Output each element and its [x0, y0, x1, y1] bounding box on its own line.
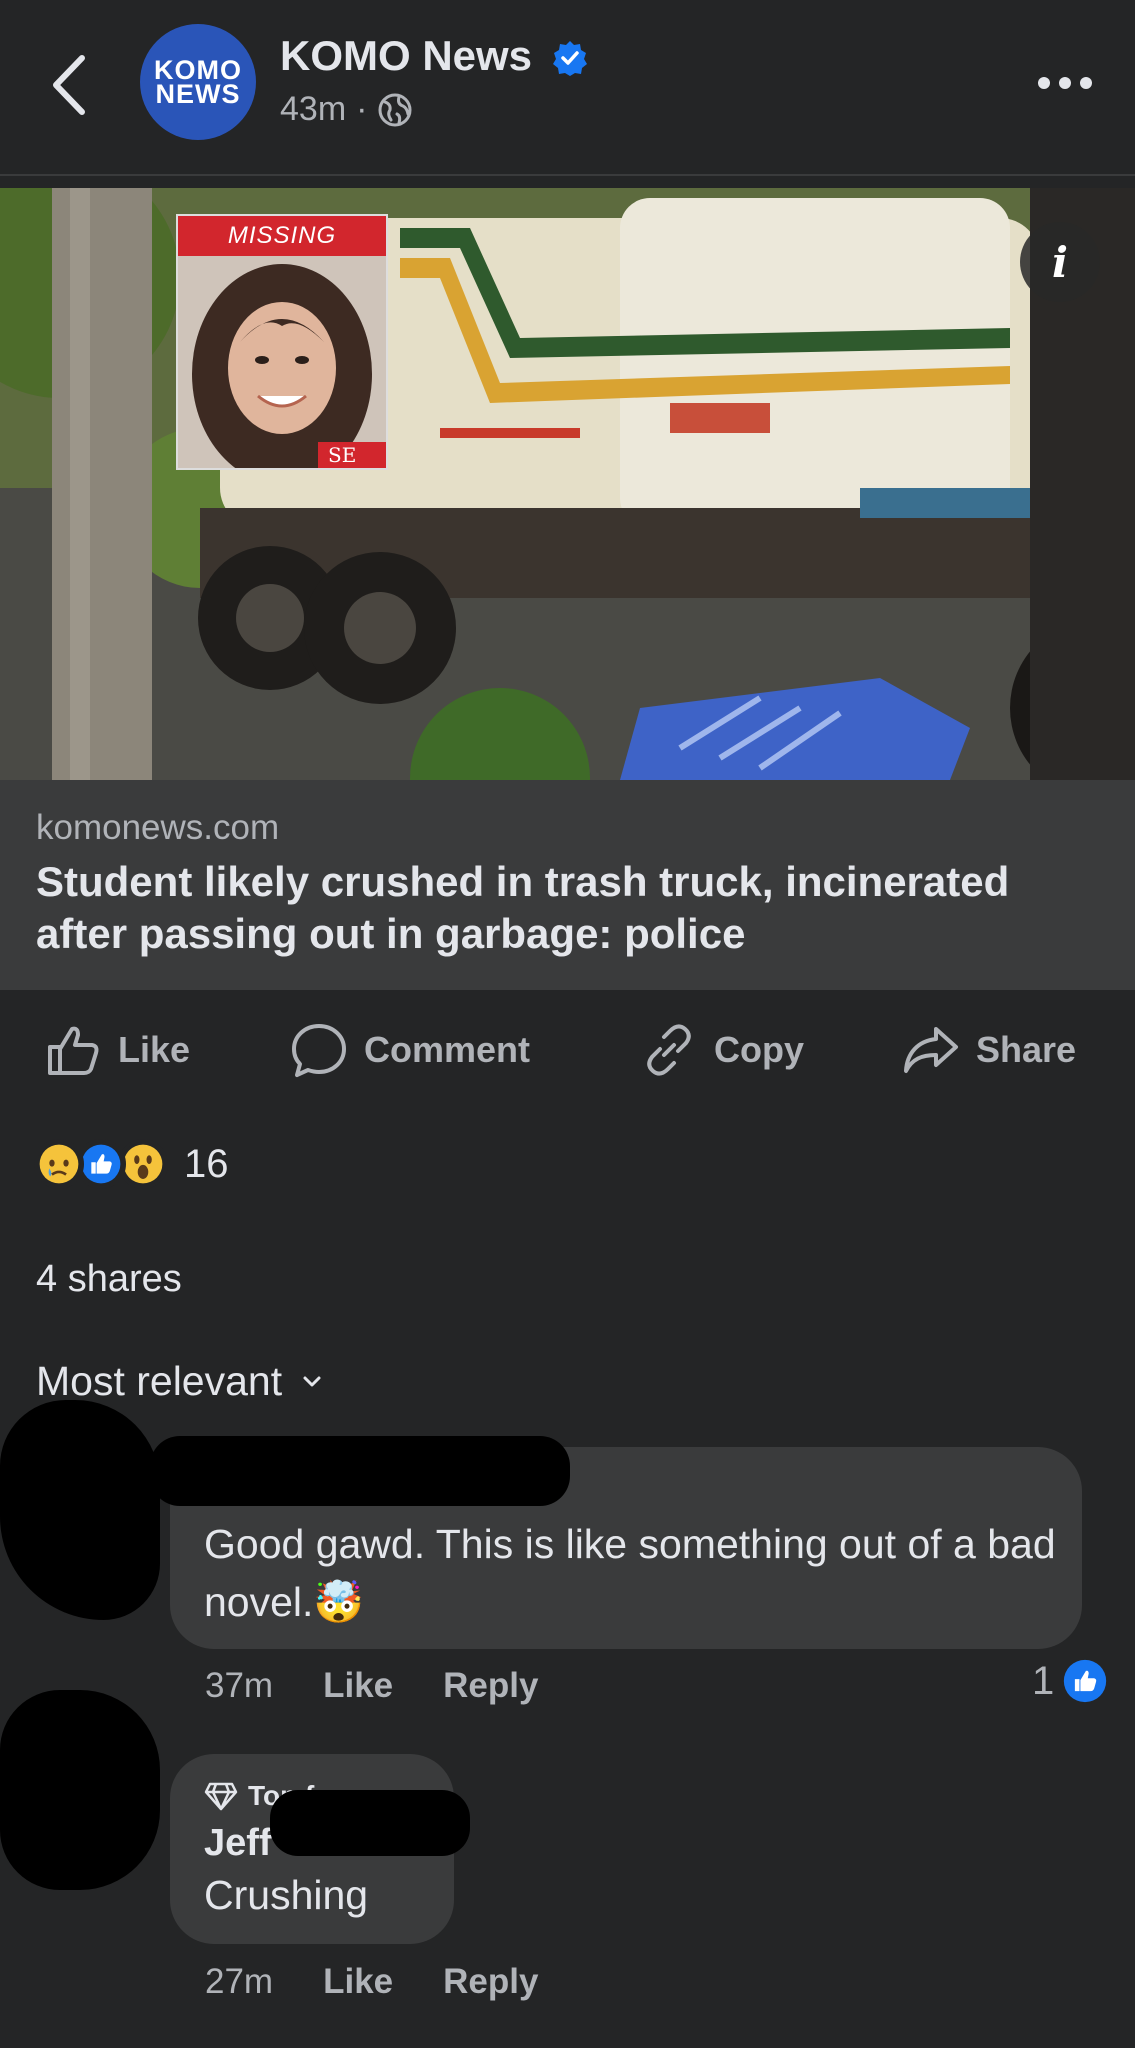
- like-label: Like: [118, 1029, 191, 1070]
- card-caption: SE: [328, 443, 356, 467]
- redacted-commenter-name: [150, 1436, 570, 1506]
- more-options-icon[interactable]: [1036, 70, 1094, 96]
- diamond-icon: [204, 1782, 238, 1811]
- like-badge-icon: [1064, 1659, 1107, 1703]
- reaction-count: 16: [184, 1141, 229, 1186]
- copy-link-button[interactable]: Copy: [640, 1010, 804, 1090]
- comment-like-button[interactable]: Like: [323, 1962, 393, 2002]
- globe-icon: [378, 93, 412, 126]
- comment-sort-dropdown[interactable]: Most relevant: [36, 1358, 324, 1405]
- portrait-photo: SE: [178, 256, 386, 468]
- post-meta: 43m ·: [280, 90, 413, 129]
- link-preview-text[interactable]: komonews.com Student likely crushed in t…: [0, 780, 1135, 990]
- truck-photo-illustration: [0, 188, 1135, 780]
- comment-bubble-icon: [292, 1024, 346, 1077]
- link-chain-icon: [647, 1024, 691, 1076]
- meta-separator: ·: [356, 90, 368, 128]
- page-name[interactable]: KOMO News: [280, 32, 532, 80]
- share-arrow-icon: [904, 1027, 958, 1073]
- missing-person-card: MISSING SE: [176, 214, 388, 470]
- reaction-summary[interactable]: 16: [34, 1136, 229, 1192]
- mind-blown-emoji: 🤯: [313, 1579, 365, 1625]
- post-timestamp[interactable]: 43m: [280, 90, 346, 129]
- share-label: Share: [976, 1029, 1077, 1070]
- avatar-text-line2: NEWS: [155, 79, 241, 109]
- commenter-name[interactable]: Jeff: [204, 1822, 272, 1865]
- comment-like-button[interactable]: Like: [323, 1666, 393, 1706]
- missing-label: MISSING: [178, 216, 386, 256]
- comment-time[interactable]: 27m: [205, 1962, 273, 2002]
- redacted-avatar: [0, 1400, 160, 1620]
- comment-reply-button[interactable]: Reply: [443, 1962, 538, 2002]
- comment-like-count[interactable]: 1: [1032, 1658, 1108, 1704]
- verified-badge-icon: [553, 41, 587, 76]
- comment-button[interactable]: Comment: [290, 1010, 530, 1090]
- like-button[interactable]: Like: [44, 1010, 190, 1090]
- post-header: KOMO NEWS KOMO News 43m ·: [0, 0, 1135, 176]
- link-headline: Student likely crushed in trash truck, i…: [36, 858, 1010, 957]
- comment-actions: 27m Like Reply: [205, 1962, 538, 2002]
- comment-reply-button[interactable]: Reply: [443, 1666, 538, 1706]
- info-icon[interactable]: i: [1020, 222, 1100, 302]
- comment-like-count-value: 1: [1032, 1658, 1055, 1703]
- back-chevron-icon[interactable]: [44, 50, 94, 120]
- comment-text: Good gawd. This is like something out of…: [204, 1515, 1064, 1631]
- share-button[interactable]: Share: [902, 1010, 1076, 1090]
- chevron-down-icon: [303, 1376, 321, 1386]
- comment-actions: 37m Like Reply: [205, 1666, 538, 1706]
- share-count[interactable]: 4 shares: [36, 1258, 182, 1301]
- link-preview-image[interactable]: MISSING SE i: [0, 188, 1135, 780]
- copy-label: Copy: [714, 1029, 804, 1070]
- comment-time[interactable]: 37m: [205, 1666, 273, 1706]
- redacted-commenter-name: [270, 1790, 470, 1856]
- sad-reaction-icon: [34, 1139, 84, 1189]
- comment-label: Comment: [364, 1029, 531, 1070]
- redacted-avatar: [0, 1690, 160, 1890]
- link-domain: komonews.com: [36, 808, 280, 847]
- action-bar: Like Comment Copy Share: [0, 1010, 1135, 1090]
- thumbs-up-icon: [48, 1026, 99, 1075]
- comment-text: Crushing: [204, 1872, 369, 1918]
- sort-label: Most relevant: [36, 1358, 283, 1404]
- page-avatar[interactable]: KOMO NEWS: [140, 24, 256, 140]
